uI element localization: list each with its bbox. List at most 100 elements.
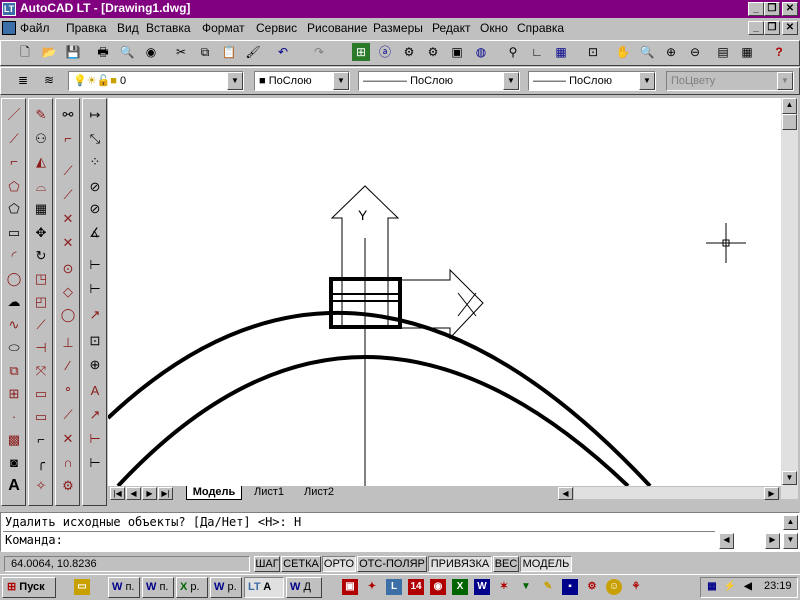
- layer-dropdown[interactable]: 💡☀🔓■ 0 ▼: [68, 71, 244, 91]
- smile-quick-icon[interactable]: ☺: [606, 579, 622, 595]
- web-icon[interactable]: ⓐ: [376, 43, 394, 61]
- media-icon[interactable]: ◉: [430, 579, 446, 595]
- dim-aligned-icon[interactable]: ⤡: [85, 129, 105, 149]
- clock[interactable]: 23:19: [764, 580, 792, 592]
- rotate-icon[interactable]: ↻: [31, 246, 51, 266]
- taskbar-word-1[interactable]: W п.: [108, 577, 140, 598]
- leader-icon[interactable]: ↗: [85, 305, 105, 325]
- menu-window[interactable]: Окно: [480, 21, 508, 35]
- menu-file[interactable]: Файл: [20, 21, 50, 35]
- mirror-icon[interactable]: ◭: [31, 152, 51, 172]
- tab-next-button[interactable]: ▶: [142, 487, 157, 500]
- print-icon[interactable]: 🖶: [94, 43, 112, 61]
- polygon-icon[interactable]: ⬠: [4, 177, 24, 197]
- dim-linear-icon[interactable]: ↦: [85, 105, 105, 125]
- sheet-icon[interactable]: ▣: [448, 43, 466, 61]
- globe-icon[interactable]: ◍: [472, 43, 490, 61]
- properties-icon[interactable]: ⚙: [400, 43, 418, 61]
- close-button[interactable]: ✕: [782, 2, 798, 16]
- filter-quick-icon[interactable]: ▼: [518, 579, 534, 595]
- excel-quick-icon[interactable]: X: [452, 579, 468, 595]
- scale-icon[interactable]: ◳: [31, 269, 51, 289]
- pan-icon[interactable]: ✋: [614, 43, 632, 61]
- menu-dimension[interactable]: Размеры: [373, 21, 423, 35]
- construction-line-icon[interactable]: ⟋: [4, 129, 24, 149]
- hatch-icon[interactable]: ▩: [4, 430, 24, 450]
- new-icon[interactable]: 🗋: [16, 43, 34, 61]
- volume-tray-icon[interactable]: ◀: [740, 579, 756, 595]
- zoom-previous-icon[interactable]: ⊖: [686, 43, 704, 61]
- line-icon[interactable]: ／: [4, 105, 24, 125]
- chevron-down-icon[interactable]: ▼: [503, 72, 519, 90]
- help-icon[interactable]: ?: [770, 43, 788, 61]
- tab-last-button[interactable]: ▶|: [158, 487, 173, 500]
- trim-icon[interactable]: ⟋: [31, 315, 51, 335]
- osnap-toggle[interactable]: ПРИВЯЗКА: [428, 556, 492, 572]
- chevron-down-icon[interactable]: ▼: [777, 72, 793, 90]
- drawing-canvas[interactable]: Y: [108, 98, 781, 486]
- doc-icon[interactable]: [2, 21, 16, 35]
- calendar-icon[interactable]: 14: [408, 579, 424, 595]
- pentagon-icon[interactable]: ⬠: [4, 199, 24, 219]
- text-icon[interactable]: A: [4, 476, 24, 496]
- ellipse-icon[interactable]: ⬭: [4, 338, 24, 358]
- distance-icon[interactable]: ⚲: [504, 43, 522, 61]
- acrobat-icon[interactable]: ✦: [364, 579, 380, 595]
- power-tray-icon[interactable]: ⚡: [722, 579, 738, 595]
- grid-toggle[interactable]: СЕТКА: [281, 556, 321, 572]
- plotstyle-dropdown[interactable]: ПоЦвету ▼: [666, 71, 794, 91]
- chamfer-icon[interactable]: ▭: [31, 407, 51, 427]
- menu-draw[interactable]: Рисование: [307, 21, 367, 35]
- dim-edit-icon[interactable]: A: [85, 381, 105, 401]
- keyboard-tray-icon[interactable]: ▦: [704, 579, 720, 595]
- block-icon[interactable]: ▦: [552, 43, 570, 61]
- polar-toggle[interactable]: ОТС-ПОЛЯР: [357, 556, 427, 572]
- break-icon[interactable]: ⤧: [31, 361, 51, 381]
- minimize-button[interactable]: _: [748, 2, 764, 16]
- gear-quick-icon[interactable]: ⚙: [584, 579, 600, 595]
- chevron-down-icon[interactable]: ▼: [227, 72, 243, 90]
- dim-style-icon[interactable]: ⊢: [85, 453, 105, 473]
- command-scroll-down[interactable]: ▼: [783, 533, 798, 549]
- doc-restore-button[interactable]: ❐: [764, 21, 780, 35]
- disk-quick-icon[interactable]: ▪: [562, 579, 578, 595]
- folder-icon[interactable]: ▭: [74, 579, 90, 595]
- design-center-icon[interactable]: ⊞: [352, 43, 370, 61]
- tool-palettes-icon[interactable]: ⚙: [424, 43, 442, 61]
- chevron-down-icon[interactable]: ▼: [333, 72, 349, 90]
- word-quick-icon[interactable]: W: [474, 579, 490, 595]
- dim-angular-icon[interactable]: ∡: [85, 223, 105, 243]
- outer-arc[interactable]: [108, 310, 652, 486]
- menu-edit[interactable]: Правка: [66, 21, 107, 35]
- publish-icon[interactable]: ◉: [142, 43, 160, 61]
- copy-icon[interactable]: ⧉: [196, 43, 214, 61]
- dim-continue-icon[interactable]: ⊢: [85, 279, 105, 299]
- snap-tangent-icon[interactable]: ◯: [58, 305, 78, 325]
- doc-minimize-button[interactable]: _: [748, 21, 764, 35]
- ucs-icon[interactable]: ∟: [528, 43, 546, 61]
- tolerance-icon[interactable]: ⊡: [85, 331, 105, 351]
- explode-icon[interactable]: ✧: [31, 476, 51, 496]
- vertical-scrollbar[interactable]: ▲ ▼: [781, 98, 798, 499]
- lineweight-toggle[interactable]: ВЕС: [493, 556, 519, 572]
- color-dropdown[interactable]: ■ ПоСлою ▼: [254, 71, 350, 91]
- circle-icon[interactable]: ◯: [4, 269, 24, 289]
- snap-midpoint-icon[interactable]: ⟋: [58, 161, 78, 181]
- menu-view[interactable]: Вид: [117, 21, 139, 35]
- coordinates-readout[interactable]: 64.0064, 10.8236: [4, 556, 250, 572]
- snap-toggle[interactable]: ШАГ: [254, 556, 280, 572]
- snap-none-icon[interactable]: ∩: [58, 453, 78, 473]
- taskbar-word-4[interactable]: W Д: [286, 577, 322, 598]
- linetype-dropdown[interactable]: ———— ПоСлою ▼: [358, 71, 520, 91]
- hscroll-left-button[interactable]: ◀: [558, 487, 573, 500]
- tool-quick-icon[interactable]: ✶: [496, 579, 512, 595]
- save-icon[interactable]: 💾: [64, 43, 82, 61]
- tab-layout1[interactable]: Лист1: [246, 486, 292, 500]
- zoom-icon[interactable]: 🔍: [638, 43, 656, 61]
- tab-layout2[interactable]: Лист2: [296, 486, 342, 500]
- snap-endpoint-icon[interactable]: ⌐: [58, 129, 78, 149]
- move-icon[interactable]: ✥: [31, 223, 51, 243]
- tab-prev-button[interactable]: ◀: [126, 487, 141, 500]
- inner-arc[interactable]: [116, 355, 630, 486]
- menu-modify[interactable]: Редакт: [432, 21, 470, 35]
